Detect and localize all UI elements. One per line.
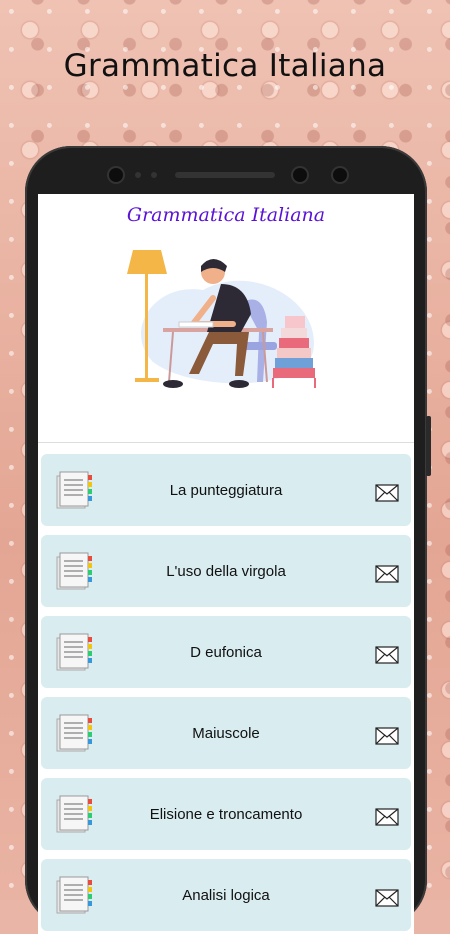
- sensor-icon: [333, 168, 347, 182]
- document-icon: [56, 876, 92, 914]
- camera-icon: [293, 168, 307, 182]
- app-title: Grammatica Italiana: [126, 204, 326, 226]
- list-item[interactable]: L'uso della virgola: [41, 535, 411, 607]
- document-icon: [56, 471, 92, 509]
- envelope-icon[interactable]: [375, 889, 399, 907]
- list-item-label: Maiuscole: [192, 724, 260, 742]
- list-item-label: D eufonica: [190, 643, 262, 661]
- list-item-label: La punteggiatura: [169, 481, 283, 499]
- store-title: Grammatica Italiana: [63, 48, 387, 84]
- side-button: [426, 416, 431, 476]
- envelope-icon[interactable]: [375, 484, 399, 502]
- app-screen: Grammatica Italiana La punteggiatura L'u…: [38, 194, 414, 934]
- envelope-icon[interactable]: [375, 727, 399, 745]
- sensor-dot: [135, 172, 141, 178]
- document-icon: [56, 552, 92, 590]
- list-item-label: Analisi logica: [182, 886, 270, 904]
- list-item[interactable]: Maiuscole: [41, 697, 411, 769]
- list-item[interactable]: D eufonica: [41, 616, 411, 688]
- list-item[interactable]: Analisi logica: [41, 859, 411, 931]
- list-item[interactable]: La punteggiatura: [41, 454, 411, 526]
- phone-frame: Grammatica Italiana La punteggiatura L'u…: [25, 146, 431, 934]
- document-icon: [56, 714, 92, 752]
- student-studying-illustration: [127, 250, 316, 388]
- document-icon: [56, 633, 92, 671]
- list-item[interactable]: Elisione e troncamento: [41, 778, 411, 850]
- list-item-label: Elisione e troncamento: [149, 805, 303, 823]
- speaker-grille: [175, 172, 275, 178]
- envelope-icon[interactable]: [375, 646, 399, 664]
- sensor-dot: [151, 172, 157, 178]
- topics-list: La punteggiatura L'uso della virgola D e…: [41, 454, 411, 934]
- front-camera-icon: [109, 168, 123, 182]
- list-item-label: L'uso della virgola: [166, 562, 286, 580]
- envelope-icon[interactable]: [375, 565, 399, 583]
- envelope-icon[interactable]: [375, 808, 399, 826]
- app-header: Grammatica Italiana: [38, 194, 414, 443]
- document-icon: [56, 795, 92, 833]
